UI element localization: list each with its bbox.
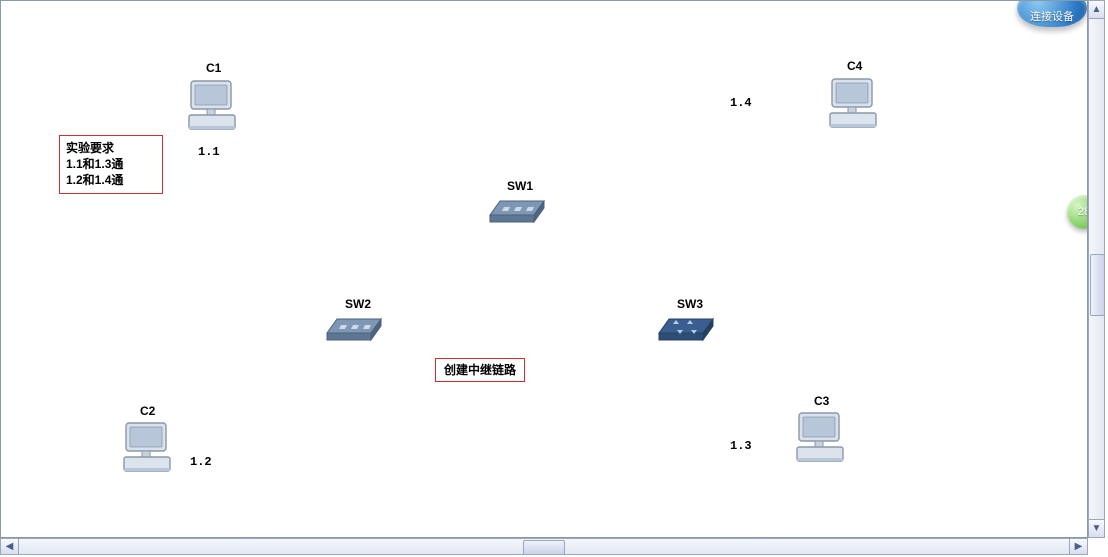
node-c1-label: C1 bbox=[206, 61, 221, 75]
node-sw3-label: SW3 bbox=[677, 297, 703, 311]
node-c2-ip: 1.2 bbox=[190, 455, 212, 469]
requirements-line: 实验要求 bbox=[66, 140, 156, 156]
scroll-right-button[interactable]: ▶ bbox=[1069, 539, 1087, 554]
trunk-link-box: 创建中继链路 bbox=[435, 358, 525, 382]
diagram-canvas[interactable]: 连接设备 28 实验要求1.1和1.3通1.2和1.4通 创建中继链路 C1 1… bbox=[0, 0, 1088, 538]
node-c4-ip: 1.4 bbox=[730, 96, 752, 110]
node-c3-ip: 1.3 bbox=[730, 439, 752, 453]
requirements-box: 实验要求1.1和1.3通1.2和1.4通 bbox=[59, 135, 163, 194]
pc-icon[interactable] bbox=[183, 77, 243, 137]
switch-icon[interactable] bbox=[325, 313, 383, 343]
scroll-left-button[interactable]: ◀ bbox=[1, 539, 19, 554]
requirements-line: 1.1和1.3通 bbox=[66, 156, 156, 172]
node-c1-ip: 1.1 bbox=[198, 145, 220, 159]
pc-icon[interactable] bbox=[824, 75, 884, 135]
pc-icon[interactable] bbox=[791, 409, 851, 469]
scroll-up-button[interactable]: ▲ bbox=[1089, 1, 1104, 19]
scroll-down-button[interactable]: ▼ bbox=[1089, 519, 1104, 537]
horizontal-scrollbar[interactable]: ◀ ▶ bbox=[0, 538, 1088, 555]
scroll-thumb[interactable] bbox=[1090, 254, 1105, 316]
node-c2-label: C2 bbox=[140, 404, 155, 418]
pc-icon[interactable] bbox=[118, 419, 178, 479]
scroll-thumb[interactable] bbox=[523, 540, 565, 555]
node-sw2-label: SW2 bbox=[345, 297, 371, 311]
node-c4-label: C4 bbox=[847, 59, 862, 73]
scroll-track[interactable] bbox=[1089, 19, 1104, 519]
vertical-scrollbar[interactable]: ▲ ▼ bbox=[1088, 0, 1105, 538]
connect-device-label: 连接设备 bbox=[1030, 8, 1074, 24]
scroll-track[interactable] bbox=[19, 539, 1069, 554]
connect-device-button[interactable]: 连接设备 bbox=[1017, 0, 1087, 27]
requirements-line: 1.2和1.4通 bbox=[66, 172, 156, 188]
node-sw1-label: SW1 bbox=[507, 179, 533, 193]
node-c3-label: C3 bbox=[814, 394, 829, 408]
count-badge-value: 28 bbox=[1078, 206, 1088, 218]
switch-icon[interactable] bbox=[657, 313, 715, 343]
trunk-link-text: 创建中继链路 bbox=[444, 363, 516, 377]
count-badge[interactable]: 28 bbox=[1067, 195, 1088, 229]
switch-icon[interactable] bbox=[488, 195, 546, 225]
